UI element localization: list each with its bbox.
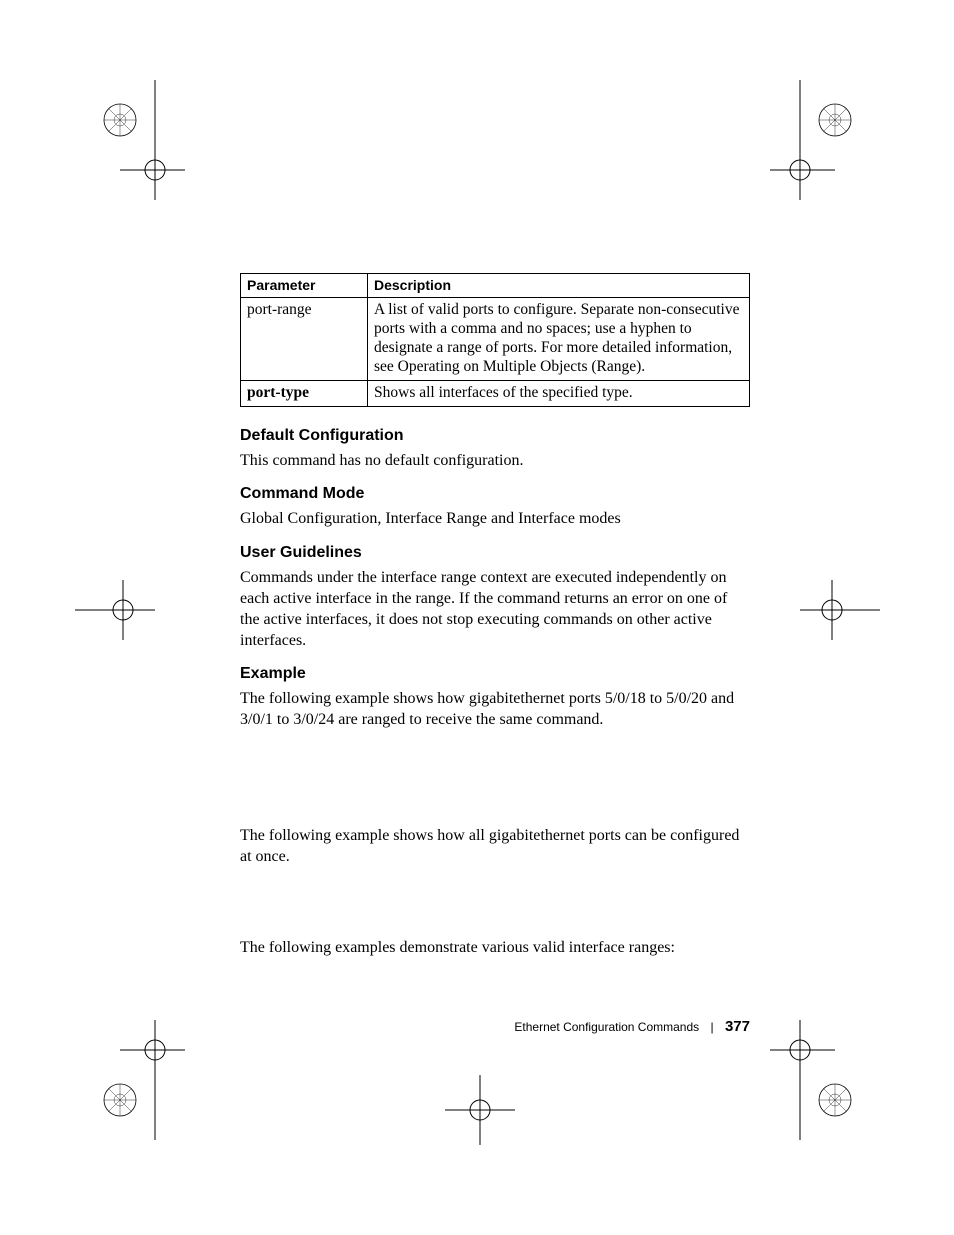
footer-separator: | bbox=[711, 1020, 714, 1034]
footer-page-number: 377 bbox=[725, 1018, 750, 1035]
heading-example: Example bbox=[240, 665, 750, 683]
body-example-1: The following example shows how gigabite… bbox=[240, 689, 750, 731]
body-example-2: The following example shows how all giga… bbox=[240, 826, 750, 868]
body-user-guidelines: Commands under the interface range conte… bbox=[240, 568, 750, 651]
header-parameter: Parameter bbox=[241, 274, 368, 298]
cell-description: Shows all interfaces of the specified ty… bbox=[368, 380, 750, 406]
crop-mark-top-left bbox=[65, 80, 185, 200]
cell-description: A list of valid ports to configure. Sepa… bbox=[368, 298, 750, 381]
heading-command-mode: Command Mode bbox=[240, 485, 750, 503]
crop-mark-bottom-center bbox=[445, 1075, 515, 1145]
crop-mark-bottom-right bbox=[770, 1020, 890, 1140]
table-header-row: Parameter Description bbox=[241, 274, 750, 298]
cell-parameter: port-range bbox=[241, 298, 368, 381]
crop-mark-mid-right bbox=[800, 580, 880, 660]
table-row: port-rangeA list of valid ports to confi… bbox=[241, 298, 750, 381]
footer-chapter: Ethernet Configuration Commands bbox=[514, 1020, 699, 1034]
body-default-configuration: This command has no default configuratio… bbox=[240, 451, 750, 472]
heading-default-configuration: Default Configuration bbox=[240, 427, 750, 445]
header-description: Description bbox=[368, 274, 750, 298]
heading-user-guidelines: User Guidelines bbox=[240, 544, 750, 562]
parameter-table: Parameter Description port-rangeA list o… bbox=[240, 273, 750, 407]
cell-parameter: port-type bbox=[241, 380, 368, 406]
page-content: Parameter Description port-rangeA list o… bbox=[240, 273, 750, 968]
body-command-mode: Global Configuration, Interface Range an… bbox=[240, 509, 750, 530]
body-example-3: The following examples demonstrate vario… bbox=[240, 938, 750, 959]
crop-mark-mid-left bbox=[75, 580, 155, 660]
table-row: port-typeShows all interfaces of the spe… bbox=[241, 380, 750, 406]
crop-mark-bottom-left bbox=[65, 1020, 185, 1140]
page-footer: Ethernet Configuration Commands | 377 bbox=[240, 1018, 750, 1035]
crop-mark-top-right bbox=[770, 80, 890, 200]
